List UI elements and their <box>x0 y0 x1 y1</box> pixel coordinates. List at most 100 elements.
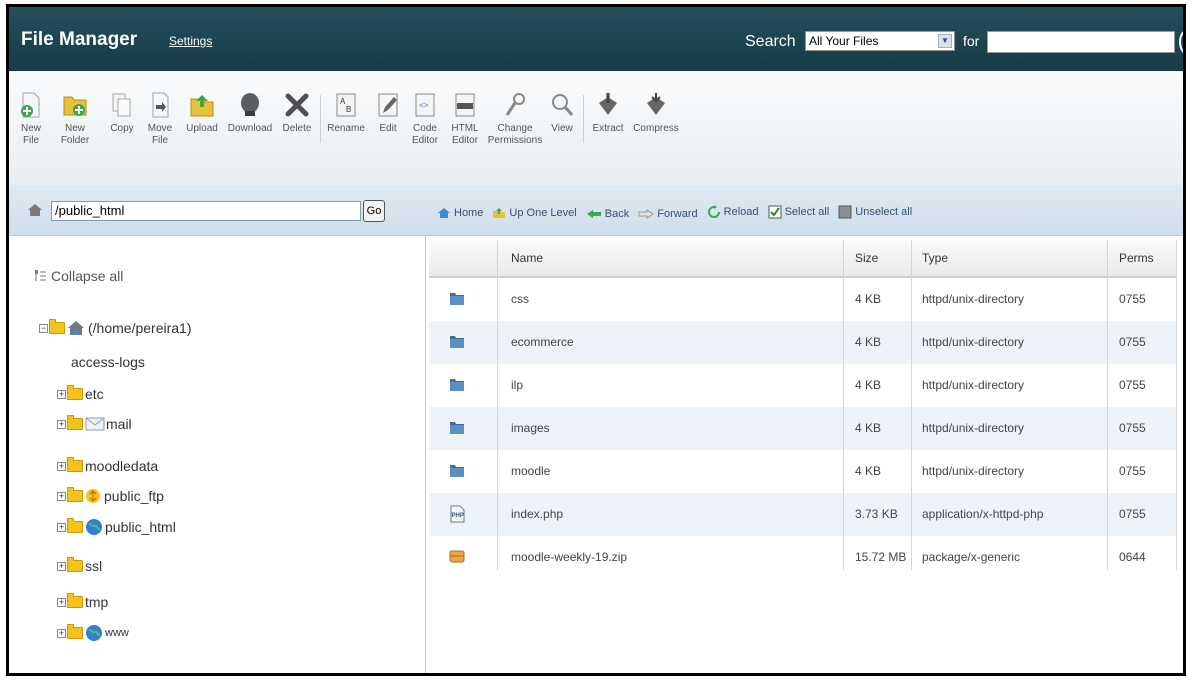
file-name: index.php <box>511 507 564 521</box>
edit-button[interactable]: Edit <box>373 91 403 135</box>
tree-item-public-html[interactable]: + public_html <box>57 518 176 536</box>
nav-reload-button[interactable]: Reload <box>707 205 759 219</box>
move-file-button[interactable]: Move File <box>143 91 177 147</box>
copy-button[interactable]: Copy <box>105 91 139 135</box>
tree-item-etc[interactable]: + etc <box>57 385 104 402</box>
tree-item-label: moodledata <box>85 458 159 474</box>
file-perms[interactable]: 0755 <box>1119 321 1146 364</box>
expand-toggle-icon[interactable]: + <box>57 491 66 501</box>
tree-item-public-ftp[interactable]: + public_ftp <box>57 487 164 504</box>
search-input[interactable] <box>987 31 1175 53</box>
nav-home-button[interactable]: Home <box>437 207 483 219</box>
move-file-icon <box>152 92 169 118</box>
path-input[interactable]: /public_html <box>51 201 361 221</box>
svg-text:<>: <> <box>419 102 429 111</box>
expand-toggle-icon[interactable]: + <box>57 389 66 399</box>
tree-root-label: (/home/pereira1) <box>88 320 192 336</box>
nav-back-button[interactable]: Back <box>586 208 629 220</box>
folder-icon <box>67 487 83 502</box>
file-type: application/x-httpd-php <box>922 507 1044 521</box>
delete-icon <box>285 93 309 117</box>
extract-label: Extract <box>592 123 624 134</box>
download-icon <box>241 93 259 116</box>
folder-open-icon <box>49 319 65 334</box>
search-go-icon[interactable] <box>1179 29 1183 55</box>
expand-toggle-icon[interactable]: + <box>57 628 66 638</box>
unselect-all-button[interactable]: Unselect all <box>838 205 912 219</box>
tree-item-label: public_ftp <box>104 488 164 504</box>
column-header-perms[interactable]: Perms <box>1119 240 1154 276</box>
table-row[interactable]: PHP index.php 3.73 KB application/x-http… <box>429 493 1177 536</box>
pane-splitter[interactable] <box>425 236 426 673</box>
back-arrow-icon <box>586 210 601 218</box>
file-perms[interactable]: 0644 <box>1119 536 1146 579</box>
compress-button[interactable]: Compress <box>631 91 681 135</box>
tree-item-access-logs[interactable]: access-logs <box>71 354 145 370</box>
table-row[interactable]: css 4 KB httpd/unix-directory 0755 <box>429 278 1177 321</box>
download-button[interactable]: Download <box>225 91 275 135</box>
file-perms[interactable]: 0755 <box>1119 493 1146 536</box>
html-editor-button[interactable]: HTML Editor <box>447 91 483 147</box>
file-size: 15.72 MB <box>855 550 907 564</box>
folder-icon <box>450 422 464 434</box>
tree-item-ssl[interactable]: + ssl <box>57 557 102 574</box>
settings-link[interactable]: Settings <box>169 34 212 48</box>
unselect-all-label: Unselect all <box>855 206 913 218</box>
expand-toggle-icon[interactable]: + <box>57 522 66 532</box>
mail-icon <box>85 417 105 431</box>
expand-toggle-icon[interactable]: + <box>57 419 66 429</box>
delete-button[interactable]: Delete <box>279 91 315 135</box>
home-icon <box>438 208 450 218</box>
search-scope-select[interactable]: All Your Files ▼ <box>805 31 955 51</box>
table-row[interactable]: ilp 4 KB httpd/unix-directory 0755 <box>429 364 1177 407</box>
change-permissions-button[interactable]: Change Permissions <box>487 91 543 147</box>
folder-icon <box>67 457 83 472</box>
ftp-icon <box>86 489 100 503</box>
folder-icon <box>450 465 464 477</box>
view-button[interactable]: View <box>547 91 577 135</box>
table-row[interactable]: ecommerce 4 KB httpd/unix-directory 0755 <box>429 321 1177 364</box>
collapse-toggle-icon[interactable]: − <box>39 323 48 333</box>
new-file-button[interactable]: New File <box>13 91 49 147</box>
nav-forward-button[interactable]: Forward <box>638 208 698 220</box>
file-type: httpd/unix-directory <box>922 378 1025 392</box>
go-button[interactable]: Go <box>363 200 385 222</box>
file-perms[interactable]: 0755 <box>1119 278 1146 321</box>
for-label: for <box>963 33 980 49</box>
column-header-name[interactable]: Name <box>511 240 543 276</box>
tree-item-tmp[interactable]: + tmp <box>57 593 108 610</box>
app-title: File Manager <box>21 29 138 50</box>
table-row[interactable]: images 4 KB httpd/unix-directory 0755 <box>429 407 1177 450</box>
tree-item-www[interactable]: + www <box>57 624 129 642</box>
select-all-button[interactable]: Select all <box>768 205 829 219</box>
expand-toggle-icon[interactable]: + <box>57 597 66 607</box>
globe-icon <box>86 519 102 535</box>
file-size: 4 KB <box>855 421 882 435</box>
nav-up-button[interactable]: Up One Level <box>492 207 577 219</box>
tree-root[interactable]: − (/home/pereira1) <box>39 319 192 336</box>
path-bar: /public_html Go Home Up One Level Back F… <box>9 185 1183 236</box>
rename-button[interactable]: AB Rename <box>325 91 367 135</box>
new-folder-button[interactable]: New Folder <box>55 91 95 147</box>
file-perms[interactable]: 0755 <box>1119 407 1146 450</box>
column-header-size[interactable]: Size <box>855 240 878 276</box>
file-perms[interactable]: 0755 <box>1119 450 1146 493</box>
table-row[interactable]: moodle-weekly-19.zip 15.72 MB package/x-… <box>429 536 1177 579</box>
rename-icon: AB <box>336 93 356 117</box>
expand-toggle-icon[interactable]: + <box>57 561 66 571</box>
download-label: Download <box>227 123 273 134</box>
chevron-down-icon[interactable]: ▼ <box>938 34 952 48</box>
collapse-all-button[interactable]: Collapse all <box>33 268 123 284</box>
package-icon <box>449 550 465 563</box>
tree-item-mail[interactable]: + mail <box>57 415 132 432</box>
file-size: 4 KB <box>855 378 882 392</box>
file-perms[interactable]: 0755 <box>1119 364 1146 407</box>
code-editor-button[interactable]: <> Code Editor <box>407 91 443 147</box>
expand-toggle-icon[interactable]: + <box>57 461 66 471</box>
column-header-type[interactable]: Type <box>922 240 948 276</box>
table-row[interactable]: moodle 4 KB httpd/unix-directory 0755 <box>429 450 1177 493</box>
upload-button[interactable]: Upload <box>183 91 221 135</box>
extract-button[interactable]: Extract <box>587 91 629 135</box>
folder-icon <box>67 593 83 608</box>
tree-item-moodledata[interactable]: + moodledata <box>57 457 159 474</box>
